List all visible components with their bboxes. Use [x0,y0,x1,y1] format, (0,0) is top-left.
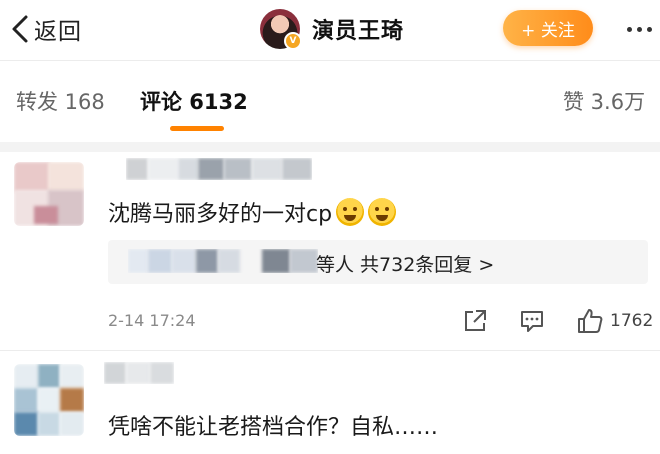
reply-usernames-blurred [128,249,318,273]
comment-icon [521,311,543,332]
comment-text: 沈腾马丽多好的一对cp [108,196,397,228]
chevron-left-icon [12,15,28,43]
follow-button[interactable]: + 关注 [503,10,593,46]
comment-text-content: 沈腾马丽多好的一对cp [108,202,333,227]
tab-comments[interactable]: 评论 6132 [140,86,248,116]
back-button[interactable]: 返回 [10,12,82,46]
thumbs-up-icon [578,309,603,333]
tab-likes[interactable]: 赞 3.6万 [563,86,645,116]
smile-emoji-icon [368,198,397,226]
comment-timestamp: 2-14 17:24 [108,311,196,330]
share-button[interactable] [462,304,488,338]
comment-username-blurred[interactable] [104,362,174,384]
more-options-icon[interactable] [622,14,656,44]
like-count: 1762 [610,311,654,331]
username[interactable]: 演员王琦 [312,13,404,45]
tab-repost[interactable]: 转发 168 [16,86,105,116]
comment-avatar[interactable] [14,162,84,226]
like-button[interactable]: 1762 [576,304,653,338]
comment-avatar[interactable] [14,364,84,436]
comment-divider [0,350,660,351]
avatar[interactable]: V [260,9,302,50]
share-icon [465,310,486,331]
top-bar: 返回 V 演员王琦 + 关注 [0,0,660,61]
back-label: 返回 [34,19,82,45]
profile-header[interactable]: V 演员王琦 [260,8,404,50]
verified-badge-icon: V [284,32,302,50]
tab-bar: 转发 168 评论 6132 赞 3.6万 [0,60,660,142]
reply-summary[interactable]: 等人 共732条回复 > [316,250,494,277]
comment-text: 凭啥不能让老搭档合作？自私…… [108,415,439,440]
section-divider [0,142,660,152]
reply-button[interactable] [519,304,545,338]
active-tab-indicator [170,126,224,131]
comment-username-blurred[interactable] [126,158,312,180]
smile-emoji-icon [336,198,365,226]
